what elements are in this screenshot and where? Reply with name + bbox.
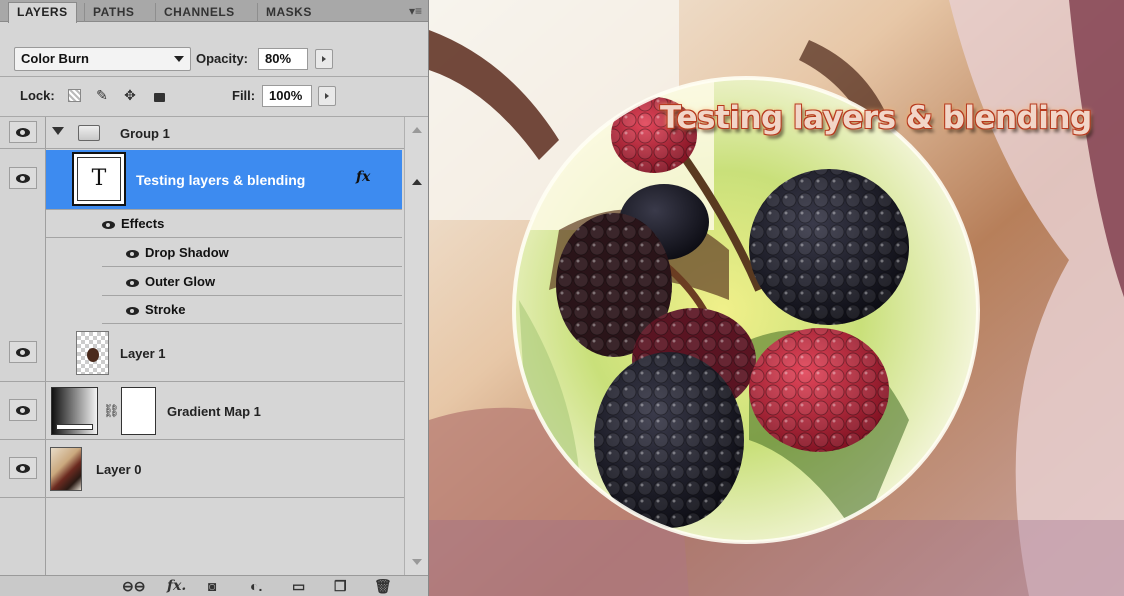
document-canvas[interactable]: Testing layers & blending (428, 0, 1124, 596)
fill-input[interactable]: 100% (262, 85, 312, 107)
visibility-eye-icon[interactable] (9, 341, 37, 363)
eye-icon[interactable] (126, 249, 139, 258)
layer-row-text-selected[interactable]: T Testing layers & blending fx (46, 150, 402, 210)
layer-row-group-1[interactable]: Group 1 (0, 117, 404, 149)
eye-icon[interactable] (126, 278, 139, 287)
layers-panel: LAYERS PATHS CHANNELS MASKS ▾≡ Color Bur… (0, 0, 428, 596)
scroll-down-arrow-icon[interactable] (412, 559, 422, 565)
visibility-eye-icon[interactable] (9, 167, 37, 189)
canvas-text-layer[interactable]: Testing layers & blending (660, 100, 1092, 136)
visibility-eye-icon[interactable] (9, 121, 37, 143)
tab-paths[interactable]: PATHS (84, 3, 142, 22)
layer-row-gradient-map[interactable]: ⛓ Gradient Map 1 (0, 383, 404, 440)
canvas-artwork (429, 0, 1124, 596)
layer-row-layer-1[interactable]: Layer 1 (0, 325, 404, 382)
fx-icon[interactable]: fx (356, 169, 370, 185)
layers-bottom-toolbar: ⊖⊖ fx. ◙ ◐. ▭ ❐ 🗑 (0, 575, 428, 596)
effects-row[interactable]: Effects (46, 210, 402, 238)
new-group-icon[interactable]: ▭ (292, 578, 305, 594)
effect-row-outer-glow[interactable]: Outer Glow (102, 268, 402, 296)
effect-label: Drop Shadow (126, 245, 229, 260)
blend-mode-value: Color Burn (21, 51, 89, 66)
visibility-eye-icon[interactable] (9, 457, 37, 479)
eye-icon[interactable] (102, 220, 115, 229)
eye-icon[interactable] (126, 306, 139, 315)
layer-name: Layer 1 (120, 346, 166, 361)
lock-label: Lock: (20, 88, 55, 103)
effect-label: Stroke (126, 302, 185, 317)
effect-row-stroke[interactable]: Stroke (102, 296, 402, 324)
folder-icon (78, 125, 100, 141)
effect-label: Outer Glow (126, 274, 215, 289)
layer-name: Gradient Map 1 (167, 404, 261, 419)
fill-slider-button[interactable] (318, 86, 336, 106)
layer-name: Group 1 (120, 126, 170, 141)
link-layers-icon[interactable]: ⊖⊖ (122, 578, 145, 594)
tab-masks[interactable]: MASKS (257, 3, 320, 22)
opacity-label: Opacity: (196, 51, 249, 66)
blend-mode-select[interactable]: Color Burn (14, 47, 191, 71)
layer-name: Layer 0 (96, 462, 142, 477)
delete-layer-icon[interactable]: 🗑 (374, 578, 392, 594)
add-mask-icon[interactable]: ◙ (208, 578, 216, 594)
mask-thumbnail (121, 387, 156, 435)
add-layer-style-icon[interactable]: fx. (167, 578, 186, 594)
layer-thumbnail (76, 331, 109, 375)
chevron-down-icon (174, 56, 184, 62)
effects-label: Effects (102, 216, 164, 231)
scroll-up-arrow-icon[interactable] (412, 127, 422, 133)
link-chain-icon[interactable]: ⛓ (103, 403, 120, 419)
opacity-slider-button[interactable] (315, 49, 333, 69)
tab-channels[interactable]: CHANNELS (155, 3, 243, 22)
layer-list-scrollbar[interactable] (404, 117, 428, 575)
tab-layers[interactable]: LAYERS (8, 2, 77, 23)
lock-transparent-pixels-icon[interactable] (66, 87, 82, 103)
new-adjustment-layer-icon[interactable]: ◐. (250, 578, 262, 594)
layer-name: Testing layers & blending (136, 172, 306, 188)
text-layer-thumbnail: T (72, 152, 126, 206)
divider (0, 76, 428, 77)
panel-menu-icon[interactable]: ▾≡ (409, 4, 422, 18)
lock-all-icon[interactable] (151, 87, 167, 103)
lock-image-pixels-icon[interactable]: ✎ (94, 87, 110, 103)
new-layer-icon[interactable]: ❐ (334, 578, 347, 594)
fill-label: Fill: (232, 88, 256, 103)
effect-row-drop-shadow[interactable]: Drop Shadow (102, 239, 402, 267)
expand-triangle-icon[interactable] (52, 127, 64, 135)
layer-row-layer-0[interactable]: Layer 0 (0, 441, 404, 498)
adjustment-thumbnail (51, 387, 98, 435)
panel-tab-bar: LAYERS PATHS CHANNELS MASKS ▾≡ (0, 0, 428, 23)
visibility-eye-icon[interactable] (9, 399, 37, 421)
type-t-icon: T (77, 157, 121, 201)
opacity-input[interactable]: 80% (258, 48, 308, 70)
scroll-up-icon[interactable] (412, 179, 422, 185)
layer-thumbnail (50, 447, 82, 491)
lock-position-icon[interactable]: ✥ (122, 87, 138, 103)
